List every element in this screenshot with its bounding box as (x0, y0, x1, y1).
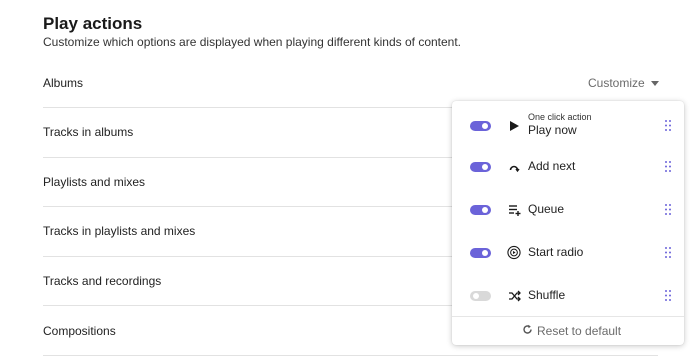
reset-label: Reset to default (537, 324, 622, 338)
drag-handle-icon[interactable] (665, 247, 671, 258)
menu-item-label: Queue (528, 202, 565, 216)
row-label: Tracks and recordings (43, 274, 162, 289)
menu-item-label: Add next (528, 159, 576, 173)
list-divider (43, 355, 658, 356)
shuffle-icon (507, 289, 521, 303)
toggle-shuffle[interactable] (470, 291, 491, 301)
row-label: Compositions (43, 324, 116, 339)
menu-item-label: Start radio (528, 245, 584, 259)
row-label: Tracks in playlists and mixes (43, 224, 196, 239)
customize-popover: One click action Play now Add next Queue (452, 101, 684, 345)
customize-button[interactable]: Customize (588, 76, 659, 90)
queue-add-icon (507, 203, 521, 217)
customize-label: Customize (588, 76, 645, 90)
toggle-knob (473, 293, 479, 299)
toggle-play-now[interactable] (470, 121, 491, 131)
toggle-knob (482, 250, 488, 256)
menu-item-add-next[interactable]: Add next (452, 145, 684, 188)
drag-handle-icon[interactable] (665, 204, 671, 215)
one-click-action-label: One click action (528, 112, 592, 122)
menu-item-queue[interactable]: Queue (452, 188, 684, 231)
section-title: Play actions (43, 14, 143, 33)
radio-icon (507, 245, 521, 259)
toggle-add-next[interactable] (470, 162, 491, 172)
reset-to-default-button[interactable]: Reset to default (522, 324, 621, 338)
section-description: Customize which options are displayed wh… (43, 35, 462, 49)
toggle-start-radio[interactable] (470, 248, 491, 258)
add-next-icon (507, 160, 521, 174)
row-label: Tracks in albums (43, 125, 134, 140)
toggle-queue[interactable] (470, 205, 491, 215)
drag-handle-icon[interactable] (665, 290, 671, 301)
popover-divider (452, 316, 684, 317)
menu-item-start-radio[interactable]: Start radio (452, 231, 684, 274)
toggle-knob (482, 164, 488, 170)
row-label: Playlists and mixes (43, 174, 146, 189)
menu-item-label: Play now (528, 123, 577, 137)
menu-item-label: Shuffle (528, 288, 566, 302)
drag-handle-icon[interactable] (665, 120, 671, 131)
caret-down-icon (650, 81, 659, 86)
play-icon (507, 119, 521, 133)
reset-icon (522, 324, 533, 338)
drag-handle-icon[interactable] (665, 161, 671, 172)
row-label: Albums (43, 75, 84, 90)
menu-item-shuffle[interactable]: Shuffle (452, 274, 684, 317)
toggle-knob (482, 207, 488, 213)
menu-item-play-now[interactable]: One click action Play now (452, 104, 684, 147)
toggle-knob (482, 123, 488, 129)
